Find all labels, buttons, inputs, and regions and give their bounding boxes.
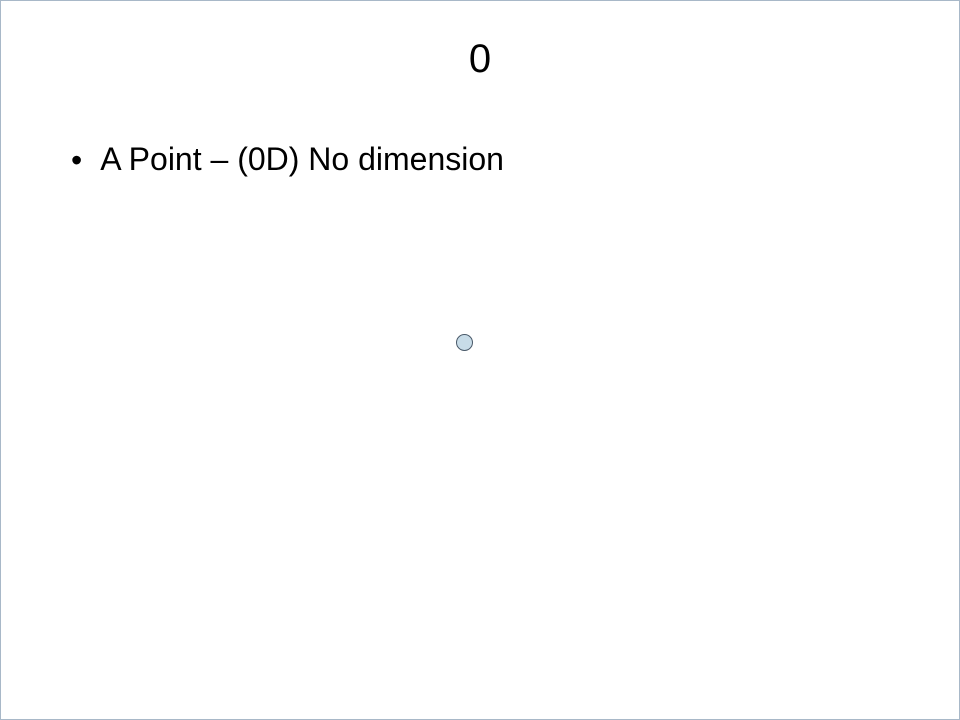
slide-title: 0: [1, 37, 959, 82]
bullet-marker-icon: •: [71, 144, 82, 176]
bullet-text: A Point – (0D) No dimension: [100, 141, 504, 178]
bullet-list: • A Point – (0D) No dimension: [71, 141, 504, 178]
slide-container: 0 • A Point – (0D) No dimension: [0, 0, 960, 720]
list-item: • A Point – (0D) No dimension: [71, 141, 504, 178]
point-circle-icon: [456, 334, 473, 351]
